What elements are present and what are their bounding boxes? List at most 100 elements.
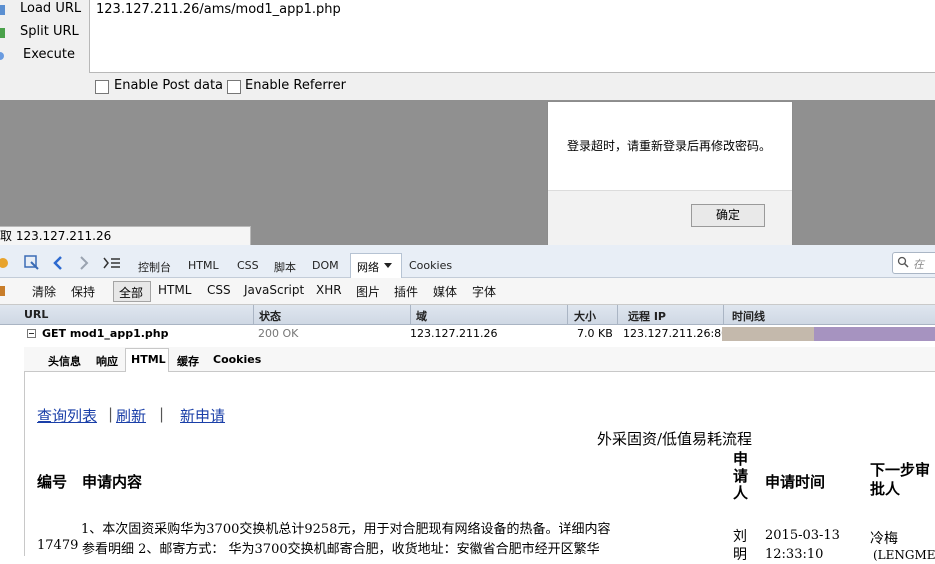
header-next-approver: 下一步审批人	[870, 461, 931, 498]
tab-detail-cookies[interactable]: Cookies	[213, 353, 261, 366]
col-remote-ip[interactable]: 远程 IP	[628, 308, 666, 324]
header-id: 编号	[37, 473, 68, 491]
hackbar-panel: Load URL Split URL Execute 123.127.211.2…	[0, 0, 935, 100]
filter-xhr[interactable]: XHR	[316, 283, 342, 297]
split-url-button[interactable]: Split URL	[0, 23, 88, 45]
back-icon[interactable]	[52, 256, 64, 270]
row-id: 17479	[37, 538, 79, 553]
refresh-link[interactable]: 刷新	[116, 405, 146, 426]
execute-label: Execute	[23, 47, 75, 62]
request-remote-ip: 123.127.211.26:80	[623, 327, 729, 340]
timeline-receiving-bar	[814, 327, 935, 341]
filter-fonts[interactable]: 字体	[472, 283, 496, 300]
status-bar: 读取 123.127.211.26	[0, 226, 251, 247]
enable-referrer-checkbox[interactable]	[227, 80, 241, 94]
col-divider[interactable]	[410, 305, 411, 324]
link-separator: |	[108, 405, 114, 423]
header-time: 申请时间	[765, 473, 826, 491]
filter-html[interactable]: HTML	[158, 283, 191, 297]
search-icon	[897, 256, 909, 268]
timeline-waiting-bar	[722, 327, 814, 341]
page-overlay	[0, 100, 935, 245]
request-detail-tabs: 头信息 响应 HTML 缓存 Cookies	[24, 347, 935, 372]
request-status: 200 OK	[258, 327, 299, 340]
tab-html[interactable]: HTML	[188, 259, 219, 272]
tab-console[interactable]: 控制台	[138, 259, 171, 275]
filter-javascript[interactable]: JavaScript	[244, 283, 304, 297]
net-filter-toolbar: 清除 保持 全部 HTML CSS JavaScript XHR 图片 插件 媒…	[0, 278, 935, 305]
tab-script[interactable]: 脚本	[274, 259, 296, 275]
tab-cookies[interactable]: Cookies	[409, 259, 452, 272]
col-url[interactable]: URL	[24, 308, 48, 321]
dialog-message: 登录超时，请重新登录后再修改密码。	[567, 139, 772, 153]
search-placeholder: 在	[913, 258, 924, 271]
load-url-icon	[0, 5, 5, 15]
col-divider[interactable]	[253, 305, 254, 324]
panel-menu-icon[interactable]	[0, 284, 8, 298]
clear-button[interactable]: 清除	[32, 283, 56, 300]
request-size: 7.0 KB	[577, 327, 613, 340]
tab-net[interactable]: 网络	[350, 253, 402, 278]
load-url-label: Load URL	[20, 1, 82, 16]
col-status[interactable]: 状态	[259, 308, 281, 324]
col-size[interactable]: 大小	[574, 308, 596, 324]
collapse-icon[interactable]	[27, 329, 36, 338]
new-application-link[interactable]: 新申请	[180, 405, 225, 426]
col-divider[interactable]	[617, 305, 618, 324]
status-text: 读取 123.127.211.26	[0, 229, 112, 243]
row-content-line: 参看明细 2、邮寄方式： 华为3700交换机邮寄合肥，收货地址：安徽省合肥市经开…	[82, 542, 600, 557]
split-url-label: Split URL	[20, 24, 79, 39]
row-next-approver-id: (LENGMEI)	[873, 548, 935, 562]
tab-css[interactable]: CSS	[237, 259, 259, 272]
filter-images[interactable]: 图片	[356, 283, 380, 300]
request-row[interactable]: GET mod1_app1.php 200 OK 123.127.211.26 …	[0, 325, 935, 344]
filter-css[interactable]: CSS	[207, 283, 231, 297]
persist-button[interactable]: 保持	[71, 283, 95, 300]
col-divider[interactable]	[567, 305, 568, 324]
request-url[interactable]: GET mod1_app1.php	[42, 327, 169, 340]
html-preview: 查询列表 | 刷新 | 新申请 外采固资/低值易耗流程 编号 申请内容 申请人 …	[24, 372, 935, 563]
alert-dialog: 登录超时，请重新登录后再修改密码。 确定	[547, 101, 793, 245]
row-next-approver: 冷梅	[870, 531, 898, 547]
firebug-toolbar: 控制台 HTML CSS 脚本 DOM 网络 Cookies 在	[0, 245, 935, 278]
net-table-header: URL 状态 域 大小 远程 IP 时间线	[0, 305, 935, 325]
filter-all-label: 全部	[119, 286, 144, 300]
tab-dom[interactable]: DOM	[312, 259, 339, 272]
header-content: 申请内容	[82, 473, 143, 491]
tab-headers[interactable]: 头信息	[48, 353, 81, 369]
row-content-line: 1、本次固资采购华为3700交换机总计9258元，用于对合肥现有网络设备的热备。…	[81, 522, 611, 537]
row-applicant: 刘明	[733, 529, 747, 563]
col-divider[interactable]	[723, 305, 724, 324]
tab-cache[interactable]: 缓存	[177, 353, 199, 369]
load-url-button[interactable]: Load URL	[0, 0, 88, 22]
row-time-date: 2015-03-13	[765, 528, 840, 543]
url-textarea[interactable]: 123.127.211.26/ams/mod1_app1.php	[89, 0, 935, 73]
filter-media[interactable]: 媒体	[433, 283, 457, 300]
tab-html-preview[interactable]: HTML	[131, 353, 166, 366]
page-title: 外采固资/低值易耗流程	[597, 430, 753, 448]
split-url-icon	[0, 28, 5, 38]
inspect-icon[interactable]	[24, 255, 40, 271]
filter-plugins[interactable]: 插件	[394, 283, 418, 300]
header-applicant: 申请人	[733, 450, 749, 502]
col-timeline[interactable]: 时间线	[732, 308, 765, 324]
link-separator: |	[159, 405, 165, 423]
url-value[interactable]: 123.127.211.26/ams/mod1_app1.php	[96, 2, 341, 17]
query-list-link[interactable]: 查询列表	[37, 405, 97, 426]
enable-referrer-label: Enable Referrer	[245, 78, 346, 93]
firebug-search-input[interactable]: 在	[892, 252, 935, 274]
forward-icon[interactable]	[78, 256, 90, 270]
dialog-footer: 确定	[548, 190, 792, 245]
enable-post-checkbox[interactable]	[95, 80, 109, 94]
filter-all-button[interactable]: 全部	[113, 281, 151, 302]
dialog-ok-button[interactable]: 确定	[691, 204, 765, 227]
request-domain: 123.127.211.26	[410, 327, 498, 340]
enable-post-label: Enable Post data	[114, 78, 224, 93]
col-domain[interactable]: 域	[416, 308, 427, 324]
firebug-icon[interactable]	[0, 255, 9, 269]
row-time-clock: 12:33:10	[765, 547, 824, 562]
tab-response[interactable]: 响应	[96, 353, 118, 369]
execute-button[interactable]: Execute	[0, 46, 88, 68]
command-editor-icon[interactable]	[103, 256, 121, 270]
execute-icon	[0, 52, 4, 60]
